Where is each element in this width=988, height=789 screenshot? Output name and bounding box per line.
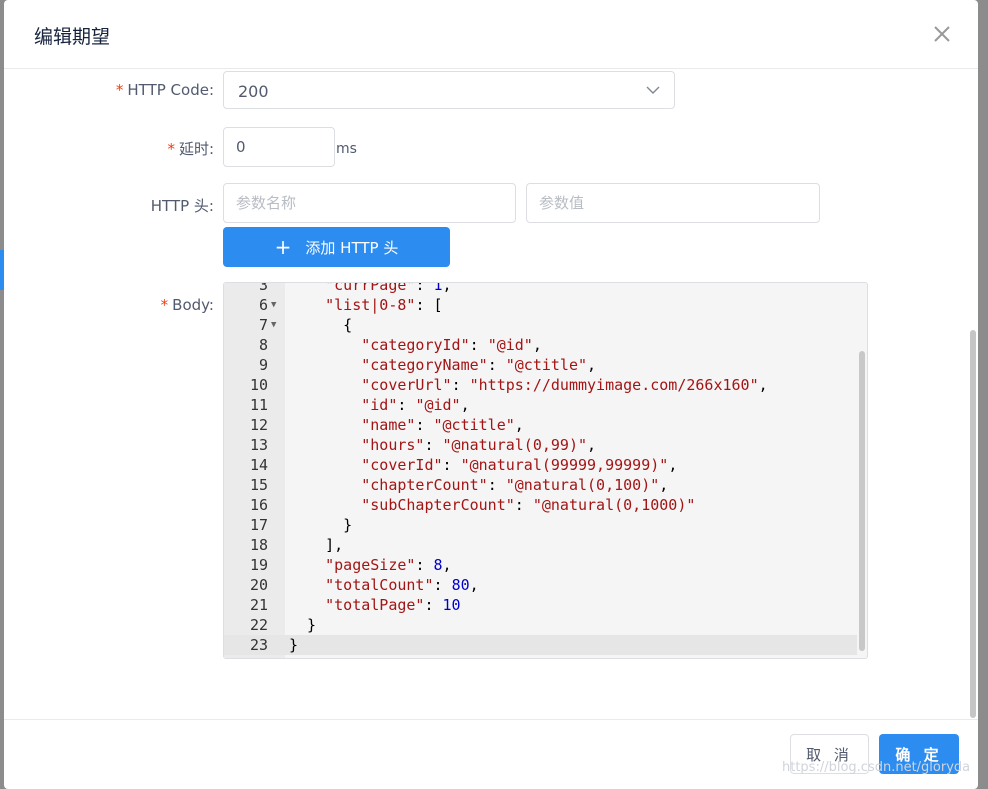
code-text: "list|0-8": [: [325, 296, 443, 314]
code-text: "coverUrl": "https://dummyimage.com/266x…: [361, 376, 768, 394]
code-line[interactable]: 9 "categoryName": "@ctitle",: [224, 355, 857, 375]
header-value-input[interactable]: [526, 183, 820, 223]
code-line[interactable]: 13 "hours": "@natural(0,99)",: [224, 435, 857, 455]
line-number: 23: [249, 636, 268, 654]
body-label: * Body:: [160, 296, 214, 314]
code-line[interactable]: 23}: [224, 635, 857, 655]
modal-footer: 取 消 确 定: [4, 719, 978, 789]
code-text: }: [289, 516, 353, 534]
code-line[interactable]: 17 }: [224, 515, 857, 535]
fold-toggle-icon[interactable]: ▼: [271, 295, 276, 315]
fold-toggle-icon[interactable]: ▼: [271, 315, 276, 335]
code-line[interactable]: 15 "chapterCount": "@natural(0,100)",: [224, 475, 857, 495]
code-line[interactable]: 8 "categoryId": "@id",: [224, 335, 857, 355]
code-text: "totalPage": 10: [325, 596, 461, 614]
code-line[interactable]: 7 ▼ {: [224, 315, 857, 335]
line-number: 22: [249, 616, 268, 634]
header-name-input[interactable]: [223, 183, 516, 223]
required-marker: *: [115, 81, 124, 99]
code-line[interactable]: 20 "totalCount": 80,: [224, 575, 857, 595]
delay-input[interactable]: [223, 127, 335, 167]
code-line[interactable]: 18 ],: [224, 535, 857, 555]
code-line[interactable]: 19 "pageSize": 8,: [224, 555, 857, 575]
code-text: "currPage": 1,: [325, 282, 452, 294]
line-number: 10: [249, 376, 268, 394]
modal-scrollbar[interactable]: [970, 330, 976, 718]
code-text: "categoryName": "@ctitle",: [361, 356, 597, 374]
code-text: "categoryId": "@id",: [361, 336, 542, 354]
chevron-down-icon: [646, 86, 660, 94]
delay-unit: ms: [336, 141, 357, 157]
code-line[interactable]: 10 "coverUrl": "https://dummyimage.com/2…: [224, 375, 857, 395]
line-number: 13: [249, 436, 268, 454]
http-code-value: 200: [238, 82, 269, 101]
code-text: "chapterCount": "@natural(0,100)",: [361, 476, 669, 494]
required-marker: *: [167, 140, 175, 158]
http-header-label: HTTP 头:: [150, 197, 214, 215]
code-line[interactable]: 21 "totalPage": 10: [224, 595, 857, 615]
line-number: 12: [249, 416, 268, 434]
code-text: "pageSize": 8,: [325, 556, 452, 574]
editor-scrollbar[interactable]: [859, 351, 865, 651]
code-text: "hours": "@natural(0,99)",: [361, 436, 597, 454]
code-line[interactable]: 22 }: [224, 615, 857, 635]
edit-expectation-modal: 编辑期望 *HTTP Code: 200 *延时: ms HTTP 头: + 添…: [4, 0, 978, 789]
code-text: "coverId": "@natural(99999,99999)",: [361, 456, 678, 474]
line-number: 15: [249, 476, 268, 494]
code-text: "id": "@id",: [361, 396, 470, 414]
modal-body: *HTTP Code: 200 *延时: ms HTTP 头: + 添加 HTT…: [4, 69, 978, 719]
modal-title: 编辑期望: [34, 26, 111, 48]
delay-label: * 延时:: [167, 140, 214, 158]
plus-icon: +: [274, 235, 292, 259]
line-number: 21: [249, 596, 268, 614]
code-line[interactable]: 14 "coverId": "@natural(99999,99999)",: [224, 455, 857, 475]
close-icon[interactable]: [930, 22, 954, 46]
line-number: 14: [249, 456, 268, 474]
line-number: 18: [249, 536, 268, 554]
code-text: "subChapterCount": "@natural(0,1000)": [361, 496, 696, 514]
modal-header: 编辑期望: [4, 0, 978, 69]
code-line[interactable]: 3 "currPage": 1,: [224, 282, 857, 295]
code-line[interactable]: 16 "subChapterCount": "@natural(0,1000)": [224, 495, 857, 515]
line-number: 20: [249, 576, 268, 594]
code-line[interactable]: 12 "name": "@ctitle",: [224, 415, 857, 435]
code-text: }: [289, 616, 317, 634]
line-number: 16: [249, 496, 268, 514]
line-number: 7: [258, 316, 268, 334]
line-number: 17: [249, 516, 268, 534]
line-number: 8: [258, 336, 268, 354]
line-number: 11: [249, 396, 268, 414]
add-http-header-button[interactable]: + 添加 HTTP 头: [223, 227, 450, 267]
code-text: "name": "@ctitle",: [361, 416, 524, 434]
line-number: 3: [258, 282, 268, 294]
code-line[interactable]: 6 ▼ "list|0-8": [: [224, 295, 857, 315]
line-number: 19: [249, 556, 268, 574]
code-text: {: [289, 316, 353, 334]
watermark: https://blog.csdn.net/gloryda: [782, 760, 971, 775]
required-marker: *: [160, 296, 169, 314]
line-number: 6: [258, 296, 268, 314]
code-text: "totalCount": 80,: [325, 576, 479, 594]
add-http-header-label: 添加 HTTP 头: [305, 238, 399, 257]
http-code-select[interactable]: 200: [223, 71, 675, 109]
code-text: }: [289, 636, 299, 654]
json-code-editor[interactable]: 3 "currPage": 1, 6 ▼ "list|0-8": [7 ▼ {8 "c…: [223, 282, 868, 659]
code-line[interactable]: 11 "id": "@id",: [224, 395, 857, 415]
http-code-label: * HTTP Code:: [115, 81, 214, 99]
line-number: 9: [258, 356, 268, 374]
code-text: ],: [289, 536, 344, 554]
